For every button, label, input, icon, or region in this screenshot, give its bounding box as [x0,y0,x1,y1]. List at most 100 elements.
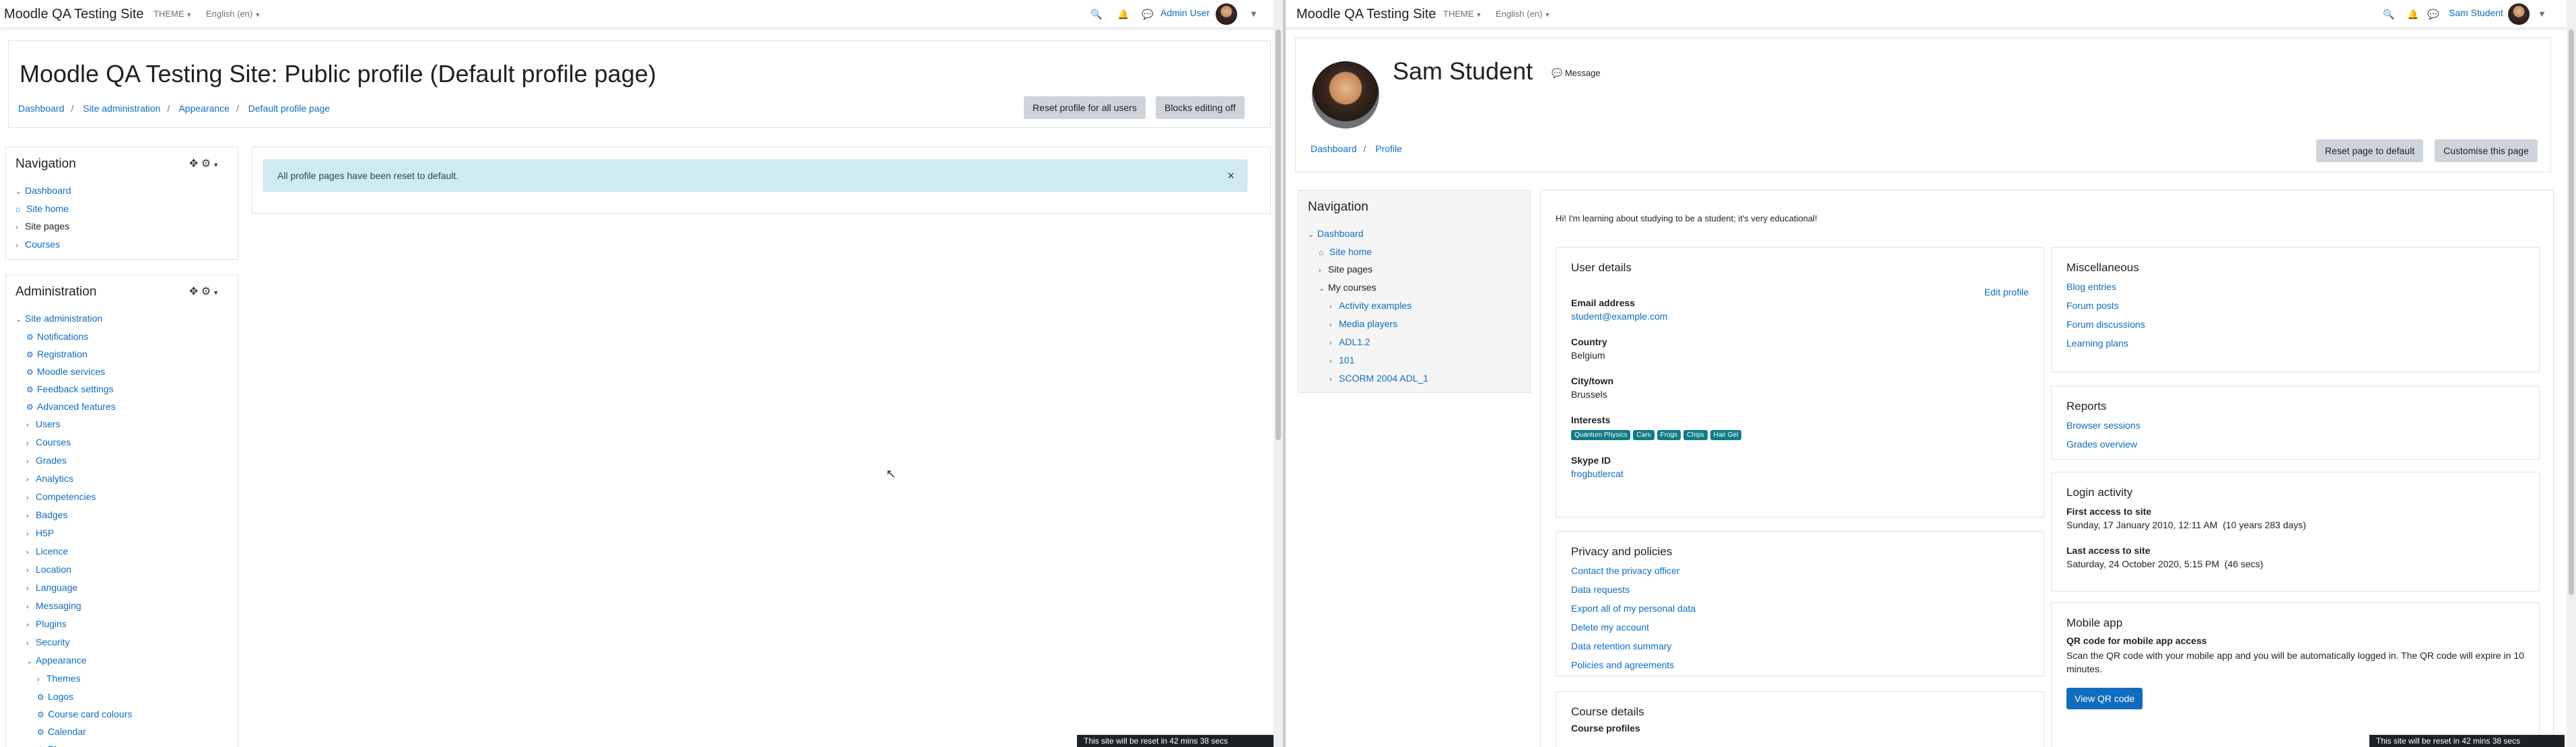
customise-page-button[interactable]: Customise this page [2435,139,2538,162]
tree-item-registration[interactable]: ⚙ Registration [15,346,132,363]
interest-tag[interactable]: Quantum Physics [1571,430,1631,440]
browser-sessions-link[interactable]: Browser sessions [2066,416,2140,435]
skype-link[interactable]: frogbutlercat [1571,468,1624,479]
view-qr-code-button[interactable]: View QR code [2066,688,2143,709]
theme-menu[interactable]: THEME ▼ [153,9,192,19]
tree-item-adl1-2[interactable]: › ADL1.2 [1308,334,1428,352]
user-avatar[interactable] [2508,3,2530,25]
tree-item-site-pages[interactable]: › Site pages [15,218,71,236]
email-link[interactable]: student@example.com [1571,311,1667,322]
tree-item-badges[interactable]: › Badges [15,507,132,525]
notifications-bell-icon[interactable]: 🔔 [1117,9,1129,20]
tree-item-dashboard[interactable]: ⌄ Dashboard [15,182,71,201]
reset-page-button[interactable]: Reset page to default [2316,139,2424,162]
tree-item-h5p[interactable]: › H5P [15,525,132,543]
breadcrumb-appearance[interactable]: Appearance [178,103,230,114]
tree-item-blog[interactable]: ⚙Blog [15,741,132,747]
tree-item-calendar[interactable]: ⚙ Calendar [15,723,132,741]
breadcrumb-dashboard[interactable]: Dashboard [1311,143,1357,154]
forum-discussions-link[interactable]: Forum discussions [2066,315,2145,334]
breadcrumb-profile[interactable]: Profile [1375,143,1402,154]
tree-item-grades[interactable]: › Grades [15,452,132,470]
tree-item-language[interactable]: › Language [15,579,132,598]
tree-item-location[interactable]: › Location [15,561,132,579]
tree-item-plugins[interactable]: › Plugins [15,616,132,634]
messages-chat-icon[interactable]: 💬 [2427,9,2439,20]
scrollbar-thumb[interactable] [1276,30,1281,440]
search-icon[interactable]: 🔍 [1090,9,1102,20]
caret-down-icon[interactable]: ▼ [1249,9,1258,19]
tree-item-site-administration[interactable]: ⌄ Site administration [15,310,132,328]
tree-item-analytics[interactable]: › Analytics [15,470,132,489]
language-menu[interactable]: English (en) ▼ [206,9,260,19]
tree-item-competencies[interactable]: › Competencies [15,489,132,507]
caret-down-icon[interactable]: ▼ [213,162,219,168]
user-avatar[interactable] [1216,3,1237,25]
notifications-bell-icon[interactable]: 🔔 [2407,9,2418,20]
move-icon[interactable]: ✥ [189,286,198,297]
close-icon[interactable]: × [1227,160,1234,191]
tree-item-messaging[interactable]: › Messaging [15,598,132,616]
tree-item-my-courses[interactable]: ⌄ My courses [1308,279,1428,297]
theme-menu[interactable]: THEME ▼ [1443,9,1482,19]
language-menu[interactable]: English (en) ▼ [1496,9,1550,19]
edit-profile-link[interactable]: Edit profile [1984,287,2029,297]
tree-item-courses[interactable]: › Courses [15,434,132,452]
tree-item-appearance[interactable]: ⌄ Appearance [15,652,132,670]
breadcrumb-dashboard[interactable]: Dashboard [18,103,65,114]
tree-item-dashboard[interactable]: ⌄ Dashboard [1308,225,1428,244]
blog-entries-link[interactable]: Blog entries [2066,277,2145,296]
tree-item-feedback-settings[interactable]: ⚙ Feedback settings [15,381,132,398]
gear-icon[interactable]: ⚙ [201,286,211,297]
tree-item-security[interactable]: › Security [15,634,132,652]
export-all-of-my-personal-data-link[interactable]: Export all of my personal data [1571,599,1696,618]
interest-tag[interactable]: Chips [1683,430,1708,440]
interest-tag[interactable]: Frogs [1657,430,1681,440]
tree-item-notifications[interactable]: ⚙ Notifications [15,328,132,346]
breadcrumb-site-administration[interactable]: Site administration [83,103,160,114]
search-icon[interactable]: 🔍 [2383,9,2394,20]
tree-item-scorm-2004-adl-1[interactable]: › SCORM 2004 ADL_1 [1308,370,1428,388]
page-scrollbar[interactable] [2567,0,2576,747]
messages-chat-icon[interactable]: 💬 [1142,9,1153,20]
grades-overview-link[interactable]: Grades overview [2066,435,2140,454]
tree-item-site-pages[interactable]: › Site pages [1308,261,1428,279]
user-menu-name[interactable]: Sam Student [2449,7,2503,18]
data-requests-link[interactable]: Data requests [1571,580,1696,599]
tree-item-advanced-features[interactable]: ⚙ Advanced features [15,398,132,416]
caret-down-icon[interactable]: ▼ [213,289,219,296]
learning-plans-link[interactable]: Learning plans [2066,334,2145,353]
block-controls[interactable]: ✥ ⚙ ▼ [189,157,219,170]
tree-item-101[interactable]: › 101 [1308,352,1428,370]
delete-my-account-link[interactable]: Delete my account [1571,618,1696,637]
tree-item-themes[interactable]: › Themes [15,670,132,688]
move-icon[interactable]: ✥ [189,158,198,170]
caret-down-icon[interactable]: ▼ [2538,9,2546,19]
tree-item-course-card-colours[interactable]: ⚙ Course card colours [15,706,132,723]
gear-icon[interactable]: ⚙ [201,158,211,170]
page-scrollbar[interactable] [1274,0,1283,747]
site-name-link[interactable]: Moodle QA Testing Site [1296,7,1436,22]
user-menu-name[interactable]: Admin User [1160,7,1210,18]
contact-the-privacy-officer-link[interactable]: Contact the privacy officer [1571,561,1696,580]
tree-item-site-home[interactable]: ⌂ Site home [1308,244,1428,261]
data-retention-summary-link[interactable]: Data retention summary [1571,637,1696,655]
site-name-link[interactable]: Moodle QA Testing Site [4,7,144,22]
forum-posts-link[interactable]: Forum posts [2066,296,2145,315]
tree-item-media-players[interactable]: › Media players [1308,316,1428,334]
tree-item-site-home[interactable]: ⌂ Site home [15,201,71,218]
tree-item-licence[interactable]: › Licence [15,543,132,561]
tree-item-moodle-services[interactable]: ⚙ Moodle services [15,363,132,381]
message-button[interactable]: 💬 Message [1552,68,1601,79]
block-controls[interactable]: ✥ ⚙ ▼ [189,285,219,298]
blocks-editing-button[interactable]: Blocks editing off [1156,96,1245,119]
interest-tag[interactable]: Cars [1633,430,1655,440]
interest-tag[interactable]: Hair Gel [1710,430,1742,440]
tree-item-activity-examples[interactable]: › Activity examples [1308,297,1428,316]
breadcrumb-default-profile-page[interactable]: Default profile page [248,103,330,114]
scrollbar-thumb[interactable] [2569,30,2574,595]
tree-item-logos[interactable]: ⚙ Logos [15,688,132,706]
policies-and-agreements-link[interactable]: Policies and agreements [1571,655,1696,674]
tree-item-users[interactable]: › Users [15,416,132,434]
reset-profile-all-button[interactable]: Reset profile for all users [1024,96,1146,119]
